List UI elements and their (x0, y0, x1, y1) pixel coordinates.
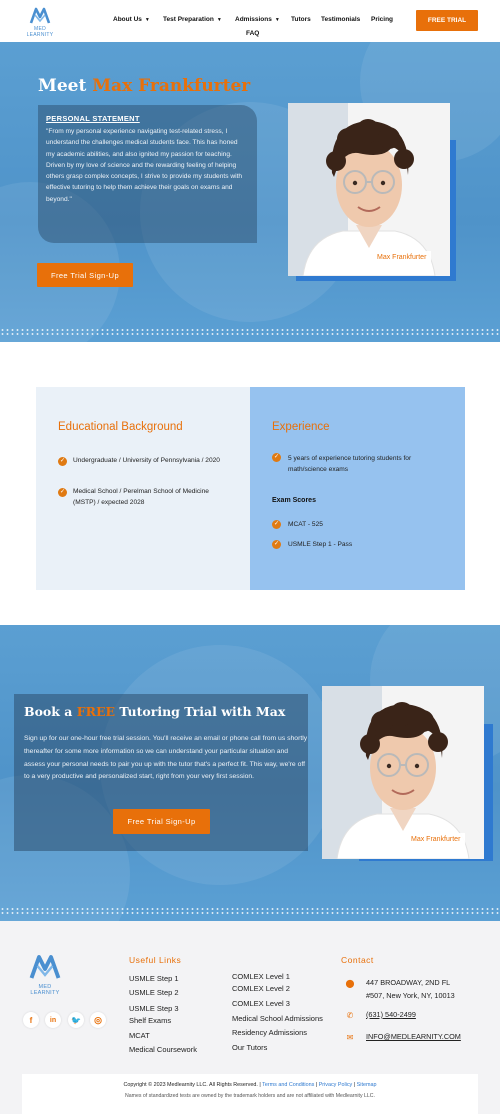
page: MED LEARNITY About Us ▼ Test Preparation ▼… (0, 0, 500, 1114)
footer-logo[interactable]: MED LEARNITY (24, 951, 66, 996)
site-header: MED LEARNITY About Us ▼ Test Preparation ▼… (0, 0, 500, 42)
useful-links-heading: Useful Links (129, 955, 182, 965)
nav-label: FAQ (246, 30, 260, 37)
nav-label: About Us (113, 16, 142, 23)
nav-testimonials[interactable]: Testimonials (321, 16, 360, 23)
page-title: Meet Max Frankfurter (38, 76, 250, 96)
nav-test-preparation[interactable]: Test Preparation ▼ (163, 16, 222, 23)
statement-text: "From my personal experience navigating … (46, 128, 243, 203)
list-item: MCAT - 525 (288, 521, 323, 528)
footer-link[interactable]: COMLEX Level 1 (232, 972, 290, 982)
tutor-name: Max Frankfurter (92, 76, 251, 96)
nav-faq[interactable]: FAQ (246, 30, 259, 37)
dotted-divider (0, 328, 500, 336)
site-footer: MED LEARNITY f in 🐦 ◎ Useful Links USMLE… (0, 921, 500, 1114)
list-item: USMLE Step 1 - Pass (288, 541, 353, 548)
free-trial-signup-button[interactable]: Free Trial Sign-Up (113, 809, 210, 834)
disclaimer-text: Names of standardized tests are owned by… (125, 1093, 375, 1099)
trial-heading-prefix: Book a (24, 704, 77, 719)
footer-link[interactable]: COMLEX Level 2 (232, 984, 290, 994)
phone-icon: ✆ (346, 1011, 354, 1020)
exam-scores-heading: Exam Scores (272, 497, 316, 504)
footer-link[interactable]: Residency Admissions (232, 1028, 307, 1038)
logo-mark-icon (29, 955, 61, 979)
privacy-link[interactable]: Privacy Policy (319, 1082, 353, 1088)
trial-description: Sign up for our one-hour free trial sess… (24, 735, 308, 781)
check-circle-icon: ✓ (272, 520, 281, 529)
nav-label: Pricing (371, 16, 394, 23)
experience-panel: Experience ✓ 5 years of experience tutor… (250, 387, 465, 590)
footer-link[interactable]: Our Tutors (232, 1043, 267, 1053)
check-circle-icon: ✓ (272, 453, 281, 462)
copyright-line: Copyright © 2023 Medlearnity LLC. All Ri… (123, 1082, 377, 1088)
linkedin-icon[interactable]: in (45, 1012, 61, 1028)
photo-name-tag: Max Frankfurter (406, 833, 466, 846)
logo[interactable]: MED LEARNITY (20, 5, 60, 38)
footer-link[interactable]: USMLE Step 2 (129, 988, 179, 998)
chevron-down-icon: ▼ (216, 17, 222, 23)
nav-tutors[interactable]: Tutors (291, 16, 311, 23)
chevron-down-icon: ▼ (144, 17, 150, 23)
address-line-2: #507, New York, NY, 10013 (366, 991, 455, 1000)
trial-heading-suffix: Tutoring Trial with Max (115, 704, 286, 719)
personal-statement-card: PERSONAL STATEMENT "From my personal exp… (38, 105, 257, 243)
trial-heading: Book a FREE Tutoring Trial with Max (24, 704, 285, 719)
terms-link[interactable]: Terms and Conditions (262, 1082, 314, 1088)
twitter-icon[interactable]: 🐦 (68, 1012, 84, 1028)
facebook-icon[interactable]: f (23, 1012, 39, 1028)
trial-heading-accent: FREE (76, 704, 116, 719)
nav-admissions[interactable]: Admissions ▼ (235, 16, 280, 23)
dotted-divider (0, 907, 500, 915)
check-circle-icon: ✓ (58, 488, 67, 497)
address-line-1: 447 BROADWAY, 2ND FL (366, 978, 451, 987)
email-link[interactable]: INFO@MEDLEARNITY.COM (366, 1031, 461, 1043)
nav-pricing[interactable]: Pricing (371, 16, 393, 23)
contact-heading: Contact (341, 955, 374, 965)
chevron-down-icon: ▼ (274, 17, 280, 23)
logo-text: MED LEARNITY (30, 984, 60, 996)
footer-link[interactable]: Shelf Exams (129, 1016, 171, 1026)
nav-label: Testimonials (321, 16, 361, 23)
title-prefix: Meet (38, 76, 93, 96)
check-circle-icon: ✓ (272, 540, 281, 549)
trial-card: Book a FREE Tutoring Trial with Max Sign… (14, 694, 308, 851)
logo-text: MED LEARNITY (26, 26, 54, 38)
email-icon: ✉ (346, 1033, 354, 1042)
section-heading: Experience (272, 421, 330, 433)
nav-label: Test Preparation (163, 16, 214, 23)
footer-link[interactable]: USMLE Step 1 (129, 974, 179, 984)
list-item: Medical School / Perelman School of Medi… (73, 488, 209, 506)
copyright-text: Copyright © 2023 Medlearnity LLC. All Ri… (123, 1082, 258, 1088)
nav-label: Tutors (291, 16, 311, 23)
nav-about-us[interactable]: About Us ▼ (113, 16, 150, 23)
footer-link[interactable]: USMLE Step 3 (129, 1004, 179, 1014)
photo-name-tag: Max Frankfurter (372, 251, 432, 264)
instagram-icon[interactable]: ◎ (90, 1012, 106, 1028)
phone-link[interactable]: (631) 540-2499 (366, 1009, 416, 1021)
section-heading: Educational Background (58, 421, 183, 433)
footer-link[interactable]: Medical School Admissions (232, 1014, 323, 1024)
footer-link[interactable]: COMLEX Level 3 (232, 999, 290, 1009)
list-item: Undergraduate / University of Pennsylvan… (73, 457, 220, 464)
book-trial-section: Book a FREE Tutoring Trial with Max Sign… (0, 625, 500, 921)
statement-heading: PERSONAL STATEMENT (46, 114, 140, 123)
check-circle-icon: ✓ (58, 457, 67, 466)
free-trial-signup-button[interactable]: Free Trial Sign-Up (37, 263, 133, 287)
educational-background-panel: Educational Background ✓ Undergraduate /… (36, 387, 250, 590)
location-pin-icon: ⬤ (345, 979, 355, 988)
free-trial-button[interactable]: FREE TRIAL (416, 10, 478, 31)
list-item: 5 years of experience tutoring students … (288, 455, 412, 473)
copyright-bar: Copyright © 2023 Medlearnity LLC. All Ri… (22, 1074, 478, 1114)
footer-link[interactable]: MCAT (129, 1031, 150, 1041)
sitemap-link[interactable]: Sitemap (357, 1082, 377, 1088)
footer-link[interactable]: Medical Coursework (129, 1045, 197, 1055)
tutor-hero: Meet Max Frankfurter PERSONAL STATEMENT … (0, 42, 500, 342)
nav-label: Admissions (235, 16, 272, 23)
logo-mark-icon (29, 7, 51, 24)
